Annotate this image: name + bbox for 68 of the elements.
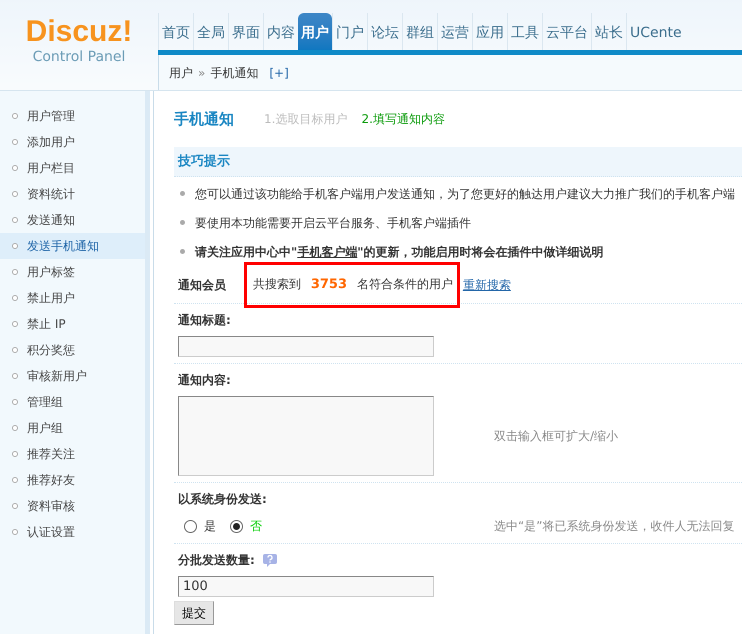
bullet-icon xyxy=(12,451,18,457)
bullet-icon xyxy=(12,503,18,509)
sidebar-item[interactable]: 用户组 xyxy=(0,415,145,441)
sidebar-item[interactable]: 认证设置 xyxy=(0,519,145,545)
logo-text: Discuz! xyxy=(26,16,132,48)
radio-button[interactable] xyxy=(184,520,197,532)
tip-link[interactable]: 手机客户端 xyxy=(297,244,358,258)
sidebar-item[interactable]: 推荐关注 xyxy=(0,441,145,467)
sidebar-item[interactable]: 推荐好友 xyxy=(0,467,145,493)
nav-tab[interactable]: 用户 xyxy=(298,13,332,50)
bullet-icon xyxy=(12,165,18,171)
field-label: 通知会员 xyxy=(178,276,227,294)
sidebar-item[interactable]: 禁止 IP xyxy=(0,311,145,337)
sidebar-item[interactable]: 用户管理 xyxy=(0,103,145,129)
bullet-icon xyxy=(12,191,18,197)
radio-option[interactable]: 是 xyxy=(184,517,216,535)
bullet-icon xyxy=(12,139,18,145)
logo-subtitle: Control Panel xyxy=(32,48,126,66)
breadcrumb-item: 手机通知 xyxy=(210,64,258,82)
input-field[interactable] xyxy=(178,336,434,357)
step-label: 1.选取目标用户 xyxy=(264,111,348,128)
sidebar-item[interactable]: 积分奖惩 xyxy=(0,337,145,363)
bullet-icon xyxy=(12,529,18,535)
tip-text: 请关注应用中心中"手机客户端"的更新，功能启用时将会在插件中做详细说明 xyxy=(195,244,604,260)
input-field[interactable]: 100 xyxy=(178,576,434,597)
bullet-icon xyxy=(12,477,18,483)
bullet-icon xyxy=(180,249,185,254)
field-label: 以系统身份发送: xyxy=(178,491,267,508)
bullet-icon xyxy=(12,321,18,327)
page-title: 手机通知 xyxy=(174,108,234,130)
field-hint: 选中“是”将已系统身份发送，收件人无法回复 xyxy=(494,518,734,535)
bullet-icon xyxy=(12,295,18,301)
bullet-icon xyxy=(180,191,185,196)
step-label: 2.填写通知内容 xyxy=(361,111,445,128)
bullet-icon xyxy=(12,113,18,119)
tips-heading: 技巧提示 xyxy=(178,152,230,171)
bullet-icon xyxy=(12,373,18,379)
help-icon[interactable] xyxy=(262,553,277,567)
tip-text: 您可以通过该功能给手机客户端用户发送通知，为了您更好的触达用户建议大力推广我们的手机客户端 xyxy=(195,186,735,202)
sidebar-item[interactable]: 用户栏目 xyxy=(0,155,145,181)
sidebar-item[interactable]: 管理组 xyxy=(0,389,145,415)
field-label: 通知标题: xyxy=(178,312,231,329)
tip-text: 要使用本功能需要开启云平台服务、手机客户端插件 xyxy=(195,214,471,232)
sidebar-item[interactable]: 资料统计 xyxy=(0,181,145,207)
field-label: 通知内容: xyxy=(178,372,231,389)
submit-button[interactable]: 提交 xyxy=(174,601,214,625)
add-shortcut-link[interactable]: [+] xyxy=(269,64,289,82)
field-label: 分批发送数量: xyxy=(178,552,255,569)
sidebar-item[interactable]: 添加用户 xyxy=(0,129,145,155)
bullet-icon xyxy=(12,425,18,431)
bullet-icon xyxy=(12,399,18,405)
bullet-icon xyxy=(12,347,18,353)
result-text: 共搜索到 3753 名符合条件的用户 xyxy=(253,276,453,294)
sidebar-item[interactable]: 审核新用户 xyxy=(0,363,145,389)
radio-button[interactable] xyxy=(230,520,243,532)
bullet-icon xyxy=(12,269,18,275)
sidebar-item[interactable]: 用户标签 xyxy=(0,259,145,285)
sidebar-item[interactable]: 资料审核 xyxy=(0,493,145,519)
sidebar-item[interactable]: 禁止用户 xyxy=(0,285,145,311)
bullet-icon xyxy=(12,243,18,249)
breadcrumb-separator: » xyxy=(198,64,206,82)
breadcrumb-item[interactable]: 用户 xyxy=(169,64,193,82)
research-link[interactable]: 重新搜索 xyxy=(462,276,511,294)
bullet-icon xyxy=(180,220,185,225)
field-hint: 双击输入框可扩大/缩小 xyxy=(494,428,618,445)
bullet-icon xyxy=(12,217,18,223)
sidebar-item[interactable]: 发送手机通知 xyxy=(0,233,145,259)
sidebar-item[interactable]: 发送通知 xyxy=(0,207,145,233)
